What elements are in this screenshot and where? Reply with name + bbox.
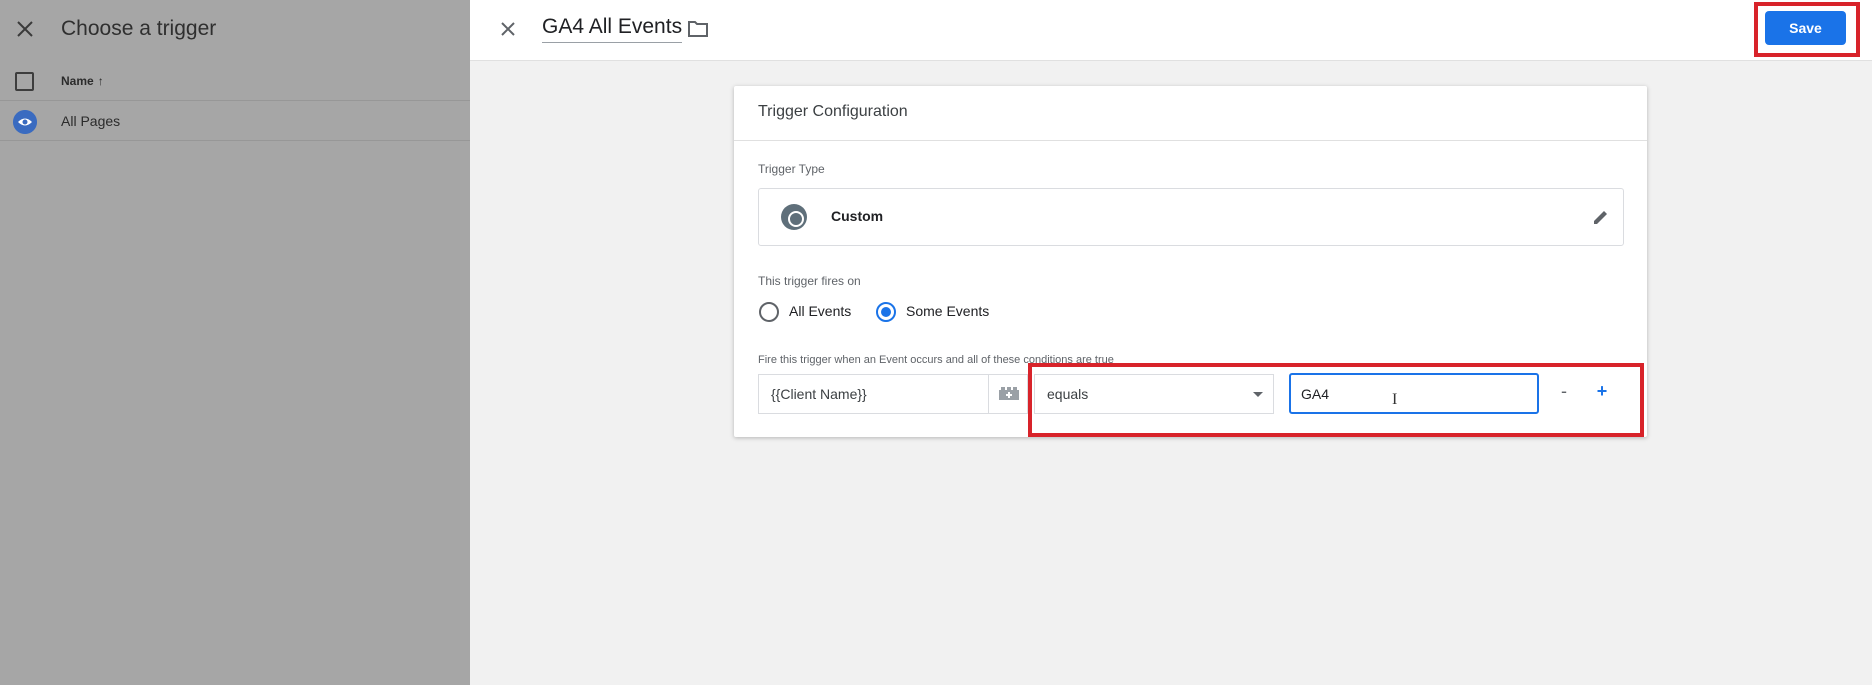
fires-on-label: This trigger fires on [758, 274, 861, 288]
select-all-checkbox[interactable] [15, 72, 34, 91]
radio-label-all-events[interactable]: All Events [789, 303, 851, 319]
trigger-type-selector[interactable]: Custom [758, 188, 1624, 246]
close-icon[interactable] [497, 18, 519, 40]
arrow-up-icon: ↑ [97, 74, 104, 88]
variable-picker-button[interactable] [988, 374, 1028, 414]
radio-label-some-events[interactable]: Some Events [906, 303, 989, 319]
divider [734, 140, 1647, 141]
card-title: Trigger Configuration [758, 103, 908, 120]
panel-title: Choose a trigger [61, 17, 217, 40]
radio-some-events[interactable] [876, 302, 896, 322]
trigger-list-panel: Choose a trigger Name ↑ All Pages [0, 0, 470, 685]
radio-all-events[interactable] [759, 302, 779, 322]
custom-event-icon [781, 204, 807, 230]
folder-icon[interactable] [687, 19, 709, 39]
trigger-type-value: Custom [831, 208, 884, 224]
tag-name-field[interactable]: GA4 All Events [542, 15, 683, 43]
table-row[interactable]: All Pages [0, 102, 470, 141]
column-header-label: Name [61, 74, 94, 88]
trigger-list-header: Choose a trigger [0, 0, 470, 60]
pencil-icon[interactable] [1591, 207, 1611, 227]
variable-picker-icon [999, 387, 1019, 400]
table-header: Name ↑ [0, 63, 470, 101]
editor-header: GA4 All Events Save [470, 0, 1872, 61]
variable-select[interactable]: {{Client Name}} [758, 374, 989, 414]
eye-icon[interactable] [13, 110, 37, 134]
condition-highlight-box [1028, 363, 1644, 437]
save-highlight-box [1754, 2, 1860, 57]
close-icon[interactable] [14, 18, 36, 40]
trigger-type-label: Trigger Type [758, 162, 825, 176]
column-header-name[interactable]: Name ↑ [61, 74, 104, 88]
trigger-name[interactable]: All Pages [61, 113, 120, 129]
